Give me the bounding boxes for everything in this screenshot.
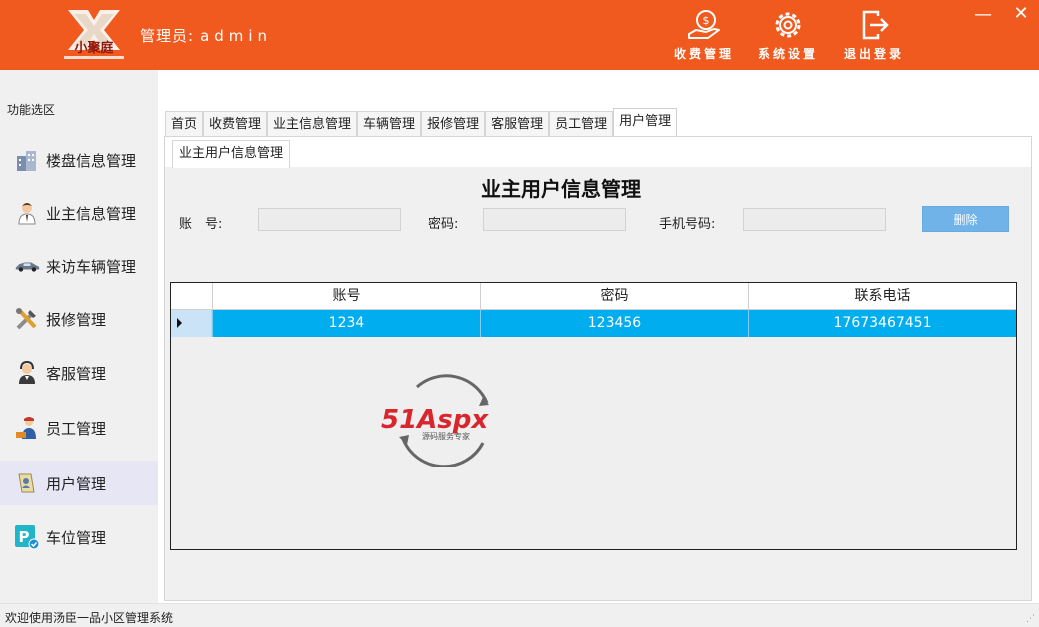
settings-button-label: 系统设置: [757, 47, 818, 61]
users-tab-panel: 业主用户信息管理 业主用户信息管理 账 号: 密码: 手机号码: 删除 账号 密…: [164, 136, 1032, 601]
sidebar-item-parking[interactable]: P 车位管理: [0, 515, 158, 559]
sidebar-item-customer-service[interactable]: 客服管理: [0, 351, 158, 395]
resize-grip-icon[interactable]: ⋰: [1026, 614, 1036, 624]
users-table[interactable]: 账号 密码 联系电话 1234 123456 17673467451 51Asp…: [170, 282, 1017, 550]
current-row-arrow-icon: [177, 318, 182, 328]
column-header-account[interactable]: 账号: [212, 283, 480, 310]
sidebar-item-repairs[interactable]: 报修管理: [0, 297, 158, 341]
admin-caption: 管理员:: [140, 27, 195, 45]
admin-label: 管理员: admin: [140, 25, 272, 46]
sidebar-title: 功能选区: [7, 103, 56, 117]
tab-staff[interactable]: 员工管理: [549, 111, 614, 137]
minimize-button[interactable]: —: [974, 6, 992, 24]
table-row[interactable]: 1234 123456 17673467451: [171, 310, 1016, 337]
tab-users[interactable]: 用户管理: [613, 108, 678, 136]
tab-customer-service[interactable]: 客服管理: [485, 111, 550, 137]
buildings-icon: [14, 147, 40, 173]
sidebar-item-label: 楼盘信息管理: [46, 151, 137, 170]
svg-text:51Aspx: 51Aspx: [381, 405, 489, 435]
user-card-icon: [14, 470, 40, 496]
sidebar-item-label: 客服管理: [46, 364, 107, 383]
tab-owner-info[interactable]: 业主信息管理: [267, 111, 358, 137]
password-label: 密码:: [428, 217, 459, 232]
column-header-phone[interactable]: 联系电话: [748, 283, 1016, 310]
sidebar-item-buildings[interactable]: 楼盘信息管理: [0, 138, 158, 182]
parking-icon: P: [14, 524, 40, 550]
row-selector[interactable]: [171, 310, 212, 337]
page-title: 业主用户信息管理: [481, 177, 641, 201]
column-header-password[interactable]: 密码: [480, 283, 748, 310]
sidebar-item-users[interactable]: 用户管理: [0, 461, 158, 505]
close-button[interactable]: ✕: [1012, 5, 1030, 23]
phone-input[interactable]: [743, 208, 886, 231]
password-input[interactable]: [483, 208, 626, 231]
subtab-owner-users[interactable]: 业主用户信息管理: [172, 140, 291, 168]
sidebar-item-label: 业主信息管理: [46, 204, 137, 223]
svg-text:$: $: [703, 14, 710, 27]
billing-button-label: 收费管理: [673, 47, 734, 61]
subtab-bar: 业主用户信息管理: [165, 137, 1031, 168]
delete-button[interactable]: 删除: [922, 206, 1009, 232]
svg-text:P: P: [19, 528, 30, 546]
account-input[interactable]: [258, 208, 401, 231]
settings-button[interactable]: 系统设置: [752, 8, 824, 66]
admin-username: admin: [200, 27, 273, 45]
car-icon: [14, 253, 40, 279]
table-header: 账号 密码 联系电话: [171, 283, 1016, 310]
money-hand-icon: $: [688, 10, 720, 39]
cell-account[interactable]: 1234: [212, 310, 480, 337]
person-icon: [14, 200, 40, 226]
headset-agent-icon: [14, 360, 40, 386]
sidebar-item-label: 车位管理: [46, 528, 107, 547]
tools-icon: [14, 306, 40, 332]
tab-repairs[interactable]: 报修管理: [421, 111, 486, 137]
title-bar: 小聚庭 管理员: admin $ 收费管理 系统设置 退出登录 — ✕: [0, 0, 1039, 70]
sidebar-item-staff[interactable]: 员工管理: [0, 406, 158, 450]
billing-button[interactable]: $ 收费管理: [668, 8, 740, 66]
watermark-logo: 51Aspx 源码服务专家: [379, 373, 509, 469]
cell-phone[interactable]: 17673467451: [748, 310, 1016, 337]
sidebar-item-label: 用户管理: [46, 474, 107, 493]
svg-text:小聚庭: 小聚庭: [74, 40, 114, 56]
gear-icon: [775, 12, 801, 38]
logout-button[interactable]: 退出登录: [838, 8, 910, 66]
logout-button-label: 退出登录: [843, 47, 904, 61]
module-tabs: 首页 收费管理 业主信息管理 车辆管理 报修管理 客服管理 员工管理 用户管理: [165, 108, 678, 137]
tab-vehicles[interactable]: 车辆管理: [357, 111, 422, 137]
main-area: 首页 收费管理 业主信息管理 车辆管理 报修管理 客服管理 员工管理 用户管理 …: [158, 70, 1039, 603]
sidebar-item-owners[interactable]: 业主信息管理: [0, 191, 158, 235]
status-text: 欢迎使用汤臣一品小区管理系统: [5, 611, 174, 625]
phone-label: 手机号码:: [659, 217, 716, 232]
sidebar-item-visitor-cars[interactable]: 来访车辆管理: [0, 244, 158, 288]
worker-icon: [14, 415, 40, 441]
row-header-corner: [171, 283, 212, 310]
sidebar-item-label: 来访车辆管理: [46, 257, 137, 276]
sidebar: 功能选区 楼盘信息管理 业主信息管理 来访车辆管理 报修管理 客服管理 员工管理: [0, 70, 158, 603]
sidebar-item-label: 报修管理: [46, 310, 107, 329]
account-label: 账 号:: [179, 217, 223, 232]
sidebar-item-label: 员工管理: [46, 419, 107, 438]
logout-icon: [862, 10, 889, 40]
tab-billing[interactable]: 收费管理: [203, 111, 268, 137]
app-logo: 小聚庭: [58, 6, 130, 64]
tab-home[interactable]: 首页: [165, 111, 204, 137]
status-bar: 欢迎使用汤臣一品小区管理系统 ⋰: [0, 603, 1039, 627]
svg-text:源码服务专家: 源码服务专家: [422, 431, 470, 441]
cell-password[interactable]: 123456: [480, 310, 748, 337]
